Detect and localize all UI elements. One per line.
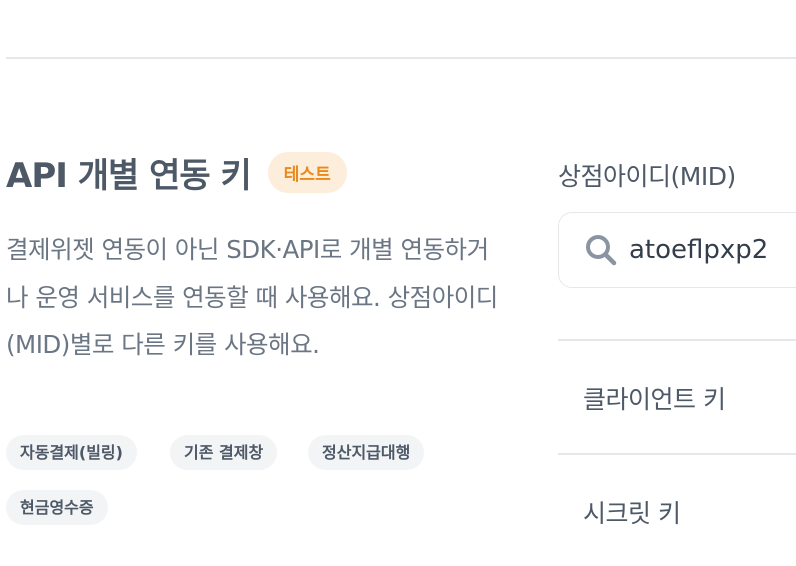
top-divider [6, 57, 796, 59]
chip-legacy-checkout: 기존 결제창 [170, 435, 278, 470]
divider [558, 339, 796, 341]
section-description: 결제위젯 연동이 아닌 SDK·API로 개별 연동하거나 운영 서비스를 연동… [6, 235, 498, 359]
divider [558, 453, 796, 455]
api-key-settings-page: API 개별 연동 키 테스트 결제위젯 연동이 아닌 SDK·API로 개별 … [0, 0, 796, 566]
section-header: API 개별 연동 키 테스트 [6, 148, 347, 197]
chip-settlement-payout: 정산지급대행 [308, 435, 425, 470]
mid-value: atoeflpxp2 [629, 235, 769, 265]
chip-cash-receipt: 현금영수증 [6, 490, 108, 525]
section-title: API 개별 연동 키 [6, 156, 252, 196]
mid-label: 상점아이디(MID) [558, 162, 736, 191]
chip-auto-billing: 자동결제(빌링) [6, 435, 137, 470]
secret-key-label: 시크릿 키 [583, 499, 681, 528]
mid-select[interactable]: atoeflpxp2 [558, 212, 796, 288]
test-badge: 테스트 [267, 152, 347, 193]
search-icon [586, 235, 617, 266]
client-key-label: 클라이언트 키 [583, 385, 726, 414]
